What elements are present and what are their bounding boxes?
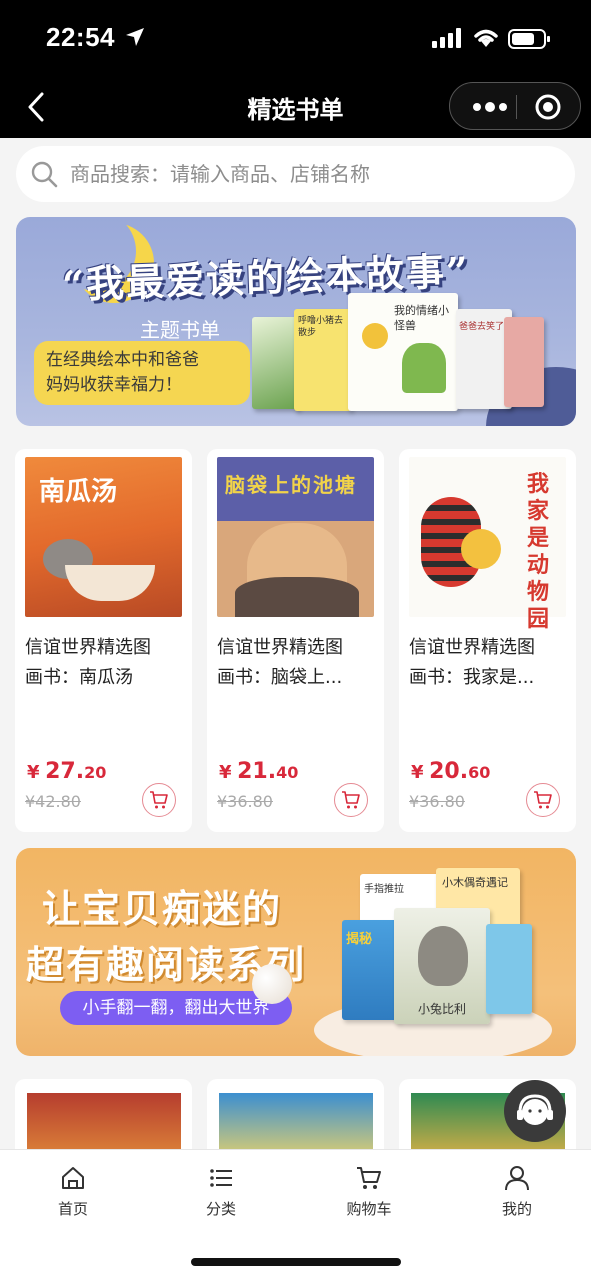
banner-book-1	[252, 317, 300, 409]
product-name: 信谊世界精选图 画书：脑袋上...	[217, 633, 367, 693]
cart-icon	[150, 791, 168, 809]
tab-cart-label: 购物车	[346, 1200, 392, 1218]
headset-icon	[517, 1094, 553, 1125]
location-arrow-icon	[126, 28, 144, 46]
cart-icon	[342, 791, 360, 809]
cover-title: 南瓜汤	[39, 477, 118, 507]
list-icon	[210, 1169, 232, 1187]
product-price: ¥ 20.60	[411, 759, 490, 784]
product-card[interactable]: 南瓜汤 信谊世界精选图 画书：南瓜汤 ¥ 27.20 ¥42.80	[15, 449, 192, 832]
banner-book-4-title: 小兔比利	[417, 1002, 466, 1016]
status-bar: 22:54	[0, 0, 591, 76]
reading-series-banner[interactable]: 让宝贝痴迷的 超有趣阅读系列 小手翻一翻，翻出大世界 手指推拉 小木偶奇遇记 揭…	[16, 848, 576, 1056]
soup-bowl-illustration	[65, 565, 155, 601]
product-name-line1: 信谊世界精选图	[25, 637, 151, 658]
theme-booklist-banner[interactable]: “我最爱读的绘本故事” 主题书单 在经典绘本中和爸爸 妈妈收获幸福力！ 呼噜小猪…	[16, 217, 576, 426]
book-cover: 南瓜汤	[25, 457, 182, 617]
original-price: ¥42.80	[25, 792, 81, 811]
banner-book-3: 揭秘	[342, 920, 402, 1020]
user-icon	[505, 1166, 529, 1191]
home-indicator	[191, 1258, 401, 1266]
face-illustration	[461, 529, 501, 569]
product-price: ¥ 27.20	[27, 759, 106, 784]
add-to-cart-button[interactable]	[334, 783, 368, 817]
search-icon	[31, 161, 58, 188]
product-card[interactable]: 我家是动物园 信谊世界精选图 画书：我家是... ¥ 20.60 ¥36.80	[399, 449, 576, 832]
banner-book-3: 我的情绪小怪兽	[348, 293, 458, 411]
miniprogram-capsule	[449, 82, 581, 130]
monster-illustration	[402, 343, 446, 393]
banner-title-line1: 让宝贝痴迷的	[42, 886, 283, 931]
capsule-divider	[516, 95, 517, 119]
book-cover: 我家是动物园	[409, 457, 566, 632]
banner-tagline-line2: 妈妈收获幸福力！	[46, 375, 182, 395]
price-integer: 27.	[45, 759, 85, 784]
wifi-icon	[474, 29, 498, 47]
price-currency: ¥	[411, 762, 424, 783]
tab-profile[interactable]: 我的	[467, 1160, 567, 1230]
banner-book-5	[504, 317, 544, 407]
tab-home[interactable]: 首页	[23, 1160, 123, 1230]
product-price: ¥ 21.40	[219, 759, 298, 784]
tab-category-label: 分类	[205, 1200, 236, 1218]
cart-icon	[357, 1167, 381, 1189]
price-currency: ¥	[27, 762, 40, 783]
price-decimal: 40	[276, 763, 299, 782]
ball-illustration	[252, 964, 292, 1004]
home-icon	[62, 1167, 84, 1189]
add-to-cart-button[interactable]	[526, 783, 560, 817]
close-miniprogram-icon[interactable]	[534, 93, 562, 121]
customer-service-button[interactable]	[504, 1080, 566, 1142]
signal-icon	[432, 28, 461, 48]
banner-tagline: 在经典绘本中和爸爸 妈妈收获幸福力！	[34, 341, 250, 405]
cart-icon	[534, 791, 552, 809]
banner-book-1-title: 手指推拉	[364, 884, 404, 895]
product-card[interactable]: 脑袋上的池塘 信谊世界精选图 画书：脑袋上... ¥ 21.40 ¥36.80	[207, 449, 384, 832]
tab-category[interactable]: 分类	[171, 1160, 271, 1230]
yarn-ball-illustration	[362, 323, 388, 349]
more-icon[interactable]	[470, 97, 510, 117]
banner-book-4: 小兔比利	[394, 908, 490, 1024]
banner-book-3-title: 揭秘	[346, 932, 373, 947]
book-cover: 脑袋上的池塘	[217, 457, 374, 617]
rabbit-illustration	[418, 926, 468, 986]
banner-book-5	[486, 924, 532, 1014]
product-name: 信谊世界精选图 画书：南瓜汤	[25, 633, 175, 693]
banner-book-2: 呼噜小猪去散步	[294, 309, 352, 411]
product-name-line1: 信谊世界精选图	[217, 637, 343, 658]
price-integer: 20.	[429, 759, 469, 784]
product-name-line2: 画书：脑袋上...	[217, 667, 343, 688]
product-card[interactable]	[15, 1079, 192, 1159]
search-bar[interactable]	[16, 146, 575, 202]
product-name: 信谊世界精选图 画书：我家是...	[409, 633, 559, 693]
tab-profile-label: 我的	[501, 1200, 532, 1218]
banner-book-2-title: 呼噜小猪去散步	[298, 316, 344, 338]
original-price: ¥36.80	[217, 792, 273, 811]
tab-cart[interactable]: 购物车	[319, 1160, 419, 1230]
original-price: ¥36.80	[409, 792, 465, 811]
tab-home-label: 首页	[57, 1200, 88, 1218]
product-card[interactable]	[207, 1079, 384, 1159]
banner-book-2-title: 小木偶奇遇记	[442, 876, 508, 889]
cover-title: 我家是动物园	[527, 471, 550, 632]
price-currency: ¥	[219, 762, 232, 783]
battery-icon	[508, 29, 550, 49]
product-name-line2: 画书：南瓜汤	[25, 667, 133, 688]
beard-illustration	[235, 577, 359, 617]
banner-tagline-line1: 在经典绘本中和爸爸	[46, 350, 199, 370]
price-decimal: 20	[84, 763, 107, 782]
product-name-line1: 信谊世界精选图	[409, 637, 535, 658]
product-name-line2: 画书：我家是...	[409, 667, 535, 688]
price-integer: 21.	[237, 759, 277, 784]
status-time: 22:54	[46, 22, 115, 52]
price-decimal: 60	[468, 763, 491, 782]
search-input[interactable]	[70, 156, 550, 192]
cover-title: 脑袋上的池塘	[225, 473, 357, 497]
banner-subtitle: 主题书单	[140, 318, 220, 342]
banner-book-3-title: 我的情绪小怪兽	[394, 304, 449, 332]
nav-bar: 精选书单	[0, 76, 591, 138]
add-to-cart-button[interactable]	[142, 783, 176, 817]
